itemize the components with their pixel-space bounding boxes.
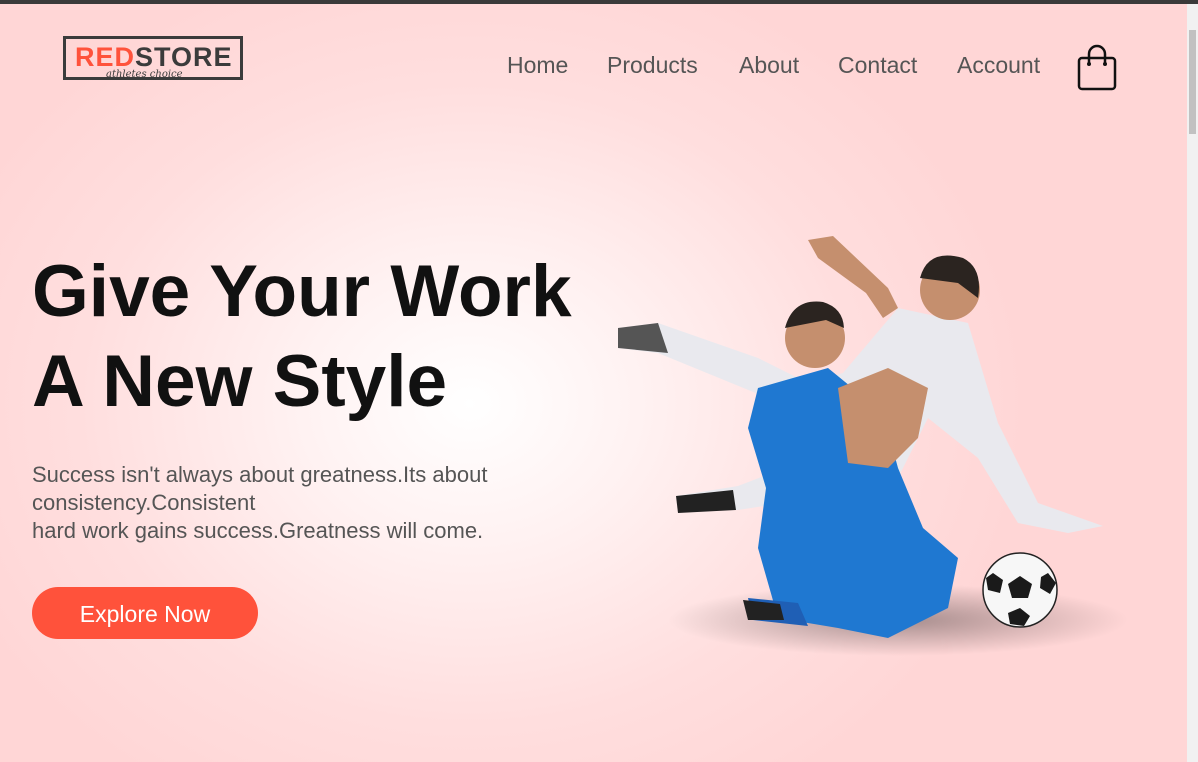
hero-headline-line-2: A New Style — [32, 341, 448, 422]
redstore-logo[interactable]: REDSTORE athletes choice — [63, 36, 243, 80]
shopping-bag-icon[interactable] — [1077, 44, 1117, 92]
hero-description: Success isn't always about greatness.Its… — [32, 461, 572, 545]
logo-word-red: RED — [75, 42, 136, 72]
hero-headline-line-1: Give Your Work — [32, 251, 572, 332]
logo-tagline: athletes choice — [106, 69, 183, 80]
nav-account[interactable]: Account — [957, 51, 1040, 79]
hero-headline: Give Your Work A New Style — [32, 247, 572, 427]
page-canvas: REDSTORE athletes choice Home Products A… — [0, 4, 1187, 762]
nav-products[interactable]: Products — [607, 51, 698, 79]
hero-description-line-1: Success isn't always about greatness.Its… — [32, 462, 488, 515]
explore-now-button[interactable]: Explore Now — [32, 587, 258, 639]
nav-home[interactable]: Home — [507, 51, 568, 79]
logo-word-dark: STORE — [135, 42, 233, 72]
nav-about[interactable]: About — [739, 51, 799, 79]
logo-wordmark: REDSTORE — [75, 42, 233, 72]
vertical-scrollbar[interactable] — [1187, 4, 1198, 762]
hero-description-line-2: hard work gains success.Greatness will c… — [32, 518, 484, 543]
nav-contact[interactable]: Contact — [838, 51, 917, 79]
football-players-image — [618, 236, 1128, 656]
scrollbar-thumb[interactable] — [1189, 30, 1196, 134]
